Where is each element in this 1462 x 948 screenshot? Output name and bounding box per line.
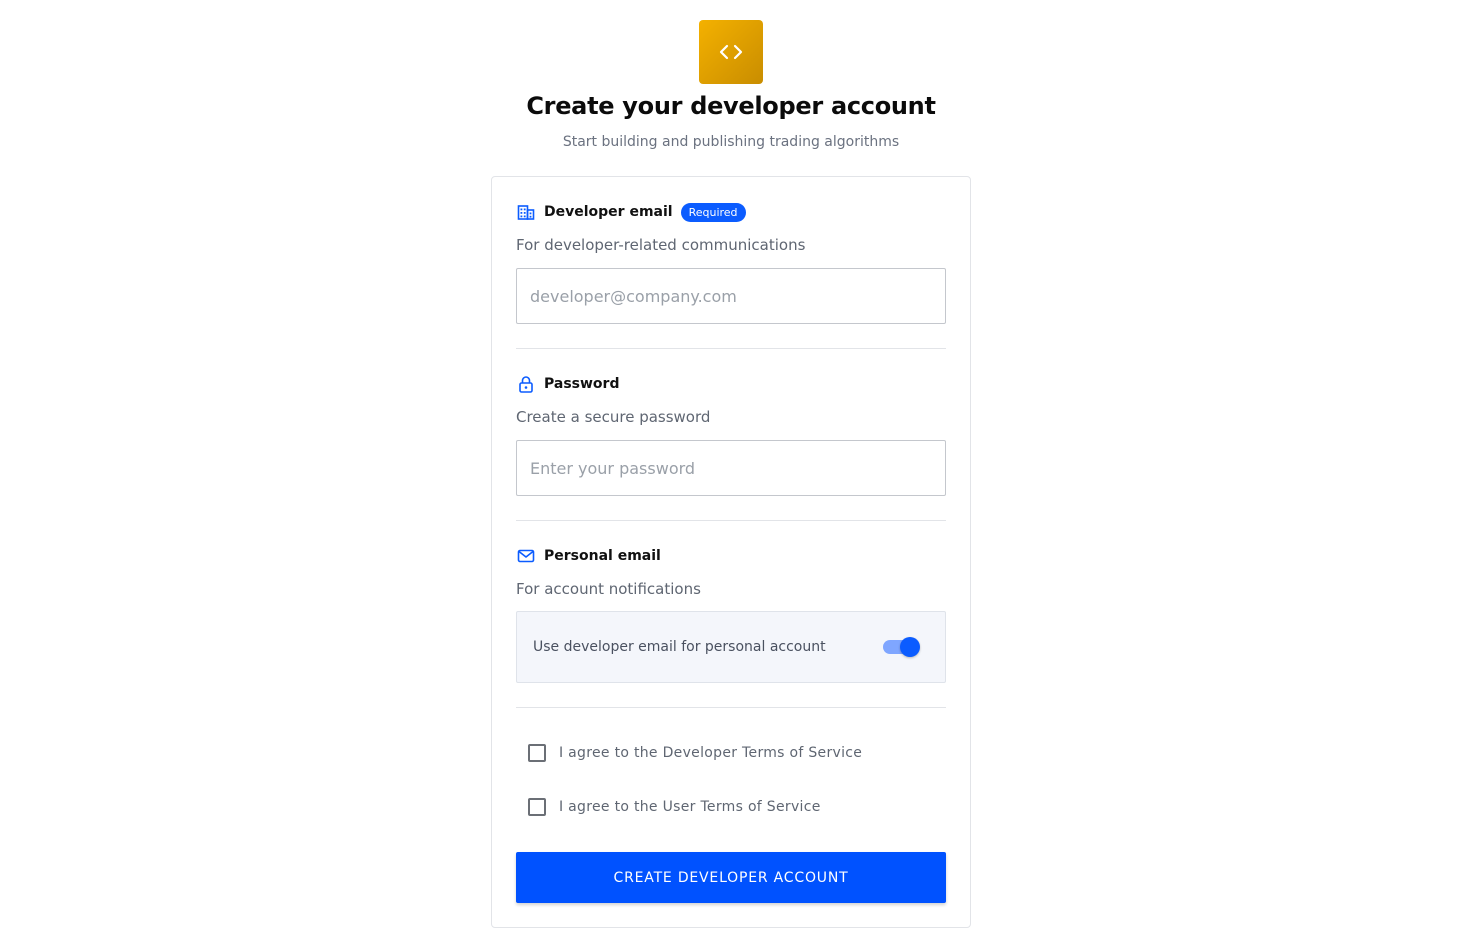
page-title: Create your developer account (526, 92, 936, 120)
developer-terms-checkbox[interactable] (528, 744, 546, 762)
app-logo (699, 20, 763, 84)
password-helper: Create a secure password (516, 408, 711, 426)
signup-page: Create your developer account Start buil… (0, 0, 1462, 948)
password-section: Password Create a secure password (516, 373, 946, 496)
personal-email-section: Personal email For account notifications… (516, 545, 946, 683)
password-input[interactable] (516, 440, 946, 496)
section-divider (516, 520, 946, 521)
use-developer-email-label: Use developer email for personal account (533, 639, 826, 655)
section-divider (516, 707, 946, 708)
use-developer-email-option: Use developer email for personal account (516, 611, 946, 683)
section-divider (516, 348, 946, 349)
user-terms-agreement[interactable]: I agree to the User Terms of Service (528, 797, 821, 817)
building-icon (516, 202, 536, 222)
mail-icon (516, 546, 536, 566)
use-developer-email-toggle[interactable] (883, 637, 920, 657)
user-terms-checkbox[interactable] (528, 798, 546, 816)
create-account-button[interactable]: CREATE DEVELOPER ACCOUNT (516, 852, 946, 903)
page-subtitle: Start building and publishing trading al… (562, 134, 900, 150)
code-brackets-icon (719, 44, 743, 60)
developer-email-label: Developer email (544, 204, 673, 220)
developer-email-section: Developer email Required For developer-r… (516, 201, 946, 324)
password-label: Password (544, 376, 620, 392)
personal-email-helper: For account notifications (516, 580, 701, 598)
developer-email-input[interactable] (516, 268, 946, 324)
required-badge: Required (680, 202, 746, 222)
password-label-row: Password (516, 373, 946, 395)
user-terms-label[interactable]: I agree to the User Terms of Service (559, 799, 821, 815)
developer-terms-label[interactable]: I agree to the Developer Terms of Servic… (559, 745, 862, 761)
personal-email-label: Personal email (544, 548, 661, 564)
toggle-thumb (900, 637, 920, 657)
signup-form-card: Developer email Required For developer-r… (491, 176, 971, 928)
developer-email-helper: For developer-related communications (516, 236, 806, 254)
developer-email-label-row: Developer email Required (516, 201, 946, 223)
developer-terms-agreement[interactable]: I agree to the Developer Terms of Servic… (528, 743, 862, 763)
lock-icon (516, 374, 536, 394)
personal-email-label-row: Personal email (516, 545, 946, 567)
